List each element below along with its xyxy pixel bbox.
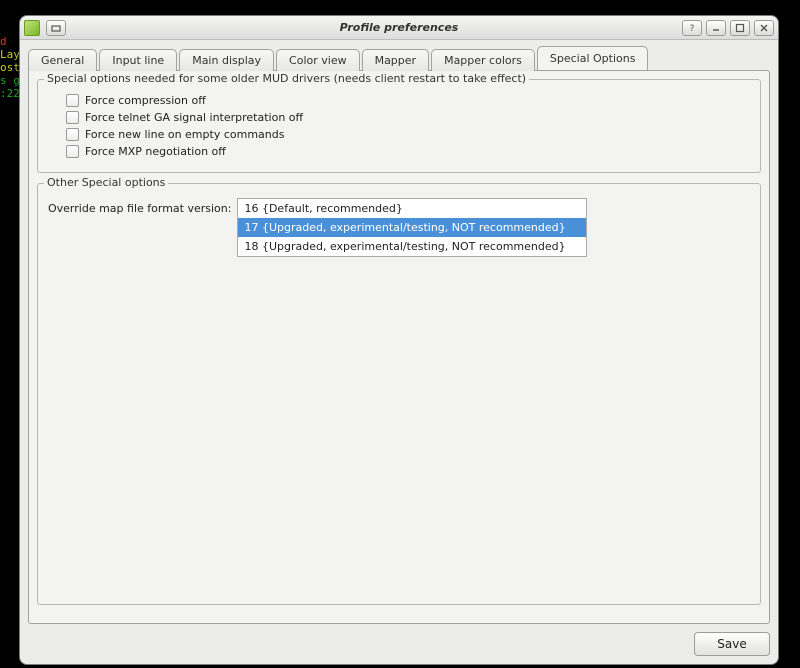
row-override-map-format: Override map file format version: 16 {De… xyxy=(48,198,750,257)
keep-above-button[interactable] xyxy=(46,20,66,36)
dialog-footer: Save xyxy=(28,624,770,656)
window-title: Profile preferences xyxy=(20,21,778,34)
help-button[interactable]: ? xyxy=(682,20,702,36)
titlebar: Profile preferences ? xyxy=(20,16,778,40)
override-map-format-listbox[interactable]: 16 {Default, recommended} 17 {Upgraded, … xyxy=(237,198,587,257)
checkbox-force-newline-empty[interactable]: Force new line on empty commands xyxy=(66,128,750,141)
checkbox-force-compression-off[interactable]: Force compression off xyxy=(66,94,750,107)
dialog-client-area: General Input line Main display Color vi… xyxy=(20,40,778,664)
list-item[interactable]: 17 {Upgraded, experimental/testing, NOT … xyxy=(238,218,586,237)
checkbox-label: Force telnet GA signal interpretation of… xyxy=(85,111,303,124)
checkbox-label: Force compression off xyxy=(85,94,206,107)
app-icon xyxy=(24,20,40,36)
checkbox-icon xyxy=(66,145,79,158)
preferences-dialog: Profile preferences ? General Input line… xyxy=(19,15,779,665)
save-button[interactable]: Save xyxy=(694,632,770,656)
group-other-special: Other Special options Override map file … xyxy=(37,183,761,605)
tab-color-view[interactable]: Color view xyxy=(276,49,360,71)
close-button[interactable] xyxy=(754,20,774,36)
checkbox-force-mxp-off[interactable]: Force MXP negotiation off xyxy=(66,145,750,158)
group-older-drivers-legend: Special options needed for some older MU… xyxy=(44,72,529,85)
tab-general[interactable]: General xyxy=(28,49,97,71)
group-other-special-legend: Other Special options xyxy=(44,176,168,189)
group-older-drivers: Special options needed for some older MU… xyxy=(37,79,761,173)
checkbox-icon xyxy=(66,111,79,124)
checkbox-icon xyxy=(66,94,79,107)
tab-page-special-options: Special options needed for some older MU… xyxy=(28,70,770,624)
checkbox-force-telnet-ga-off[interactable]: Force telnet GA signal interpretation of… xyxy=(66,111,750,124)
background-terminal: d Lay ost s g :22 xyxy=(0,22,20,100)
tab-mapper[interactable]: Mapper xyxy=(362,49,430,71)
tab-mapper-colors[interactable]: Mapper colors xyxy=(431,49,535,71)
maximize-button[interactable] xyxy=(730,20,750,36)
minimize-button[interactable] xyxy=(706,20,726,36)
tabstrip: General Input line Main display Color vi… xyxy=(28,46,770,70)
override-map-format-label: Override map file format version: xyxy=(48,198,231,215)
list-item[interactable]: 16 {Default, recommended} xyxy=(238,199,586,218)
checkbox-label: Force new line on empty commands xyxy=(85,128,284,141)
checkbox-label: Force MXP negotiation off xyxy=(85,145,226,158)
tab-special-options[interactable]: Special Options xyxy=(537,46,649,70)
tab-main-display[interactable]: Main display xyxy=(179,49,274,71)
tab-input-line[interactable]: Input line xyxy=(99,49,177,71)
checkbox-icon xyxy=(66,128,79,141)
svg-text:?: ? xyxy=(690,24,695,33)
list-item[interactable]: 18 {Upgraded, experimental/testing, NOT … xyxy=(238,237,586,256)
